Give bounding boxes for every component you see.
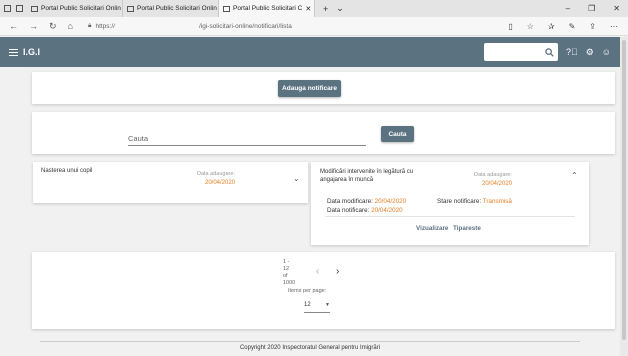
chevron-down-icon[interactable]: ⌄ bbox=[293, 174, 300, 183]
home-icon[interactable]: ⌂ bbox=[68, 21, 73, 32]
range-line: 1000 bbox=[283, 280, 296, 286]
pen-icon[interactable]: ✎ bbox=[569, 22, 576, 31]
notification-title: Nasterea unui copil bbox=[41, 168, 93, 174]
favorite-star-icon[interactable]: ☆ bbox=[527, 22, 534, 31]
search-icon[interactable] bbox=[545, 47, 554, 57]
footer-divider bbox=[40, 341, 580, 342]
browser-window-icons bbox=[0, 0, 27, 17]
pagination-card: 1 - 12 of 1000 ‹ › Items per page: 12 ▼ bbox=[32, 252, 615, 329]
range-line: 12 bbox=[283, 266, 290, 272]
browser-nav: ← → ↻ ⌂ bbox=[0, 21, 82, 32]
app-toolbar: I.G.I ?⃝ ⚙ ☺ bbox=[0, 37, 620, 67]
account-icon[interactable]: ☺ bbox=[602, 47, 611, 58]
browser-tab-bar: Portal Public Solicitari Onlin Portal Pu… bbox=[0, 0, 628, 17]
print-button[interactable]: Tipareste bbox=[453, 225, 481, 232]
chevron-up-icon[interactable]: ⌃ bbox=[571, 171, 578, 180]
details-modified: Data modificare: 20/04/2020 bbox=[327, 198, 406, 205]
add-notification-card: Adauga notificare bbox=[32, 72, 615, 104]
browser-toolbar-right: ▯ ☆ ✰ ✎ ⇪ ⋯ bbox=[508, 22, 628, 31]
date-added-value: 20/04/2020 bbox=[482, 181, 513, 187]
page-icon bbox=[31, 5, 38, 12]
items-per-page-value: 12 bbox=[304, 302, 311, 308]
scrollbar-thumb[interactable] bbox=[622, 40, 626, 340]
tab-list-chevron-icon[interactable]: ⌄ bbox=[336, 3, 344, 14]
details-status: Stare notificare: Transmisă bbox=[437, 198, 512, 205]
page-icon bbox=[223, 5, 230, 12]
tab-title: Portal Public Solicitari Onlin bbox=[137, 5, 217, 12]
tab-title: Portal Public Solicitari C bbox=[233, 5, 303, 12]
notification-panel-2: Modificări intervenite în legătură cu an… bbox=[311, 162, 589, 245]
add-notification-button[interactable]: Adauga notificare bbox=[278, 80, 341, 97]
notification-panel-1[interactable]: Nasterea unui copil Data adaugare: 20/04… bbox=[33, 162, 308, 203]
new-tab-icon[interactable]: + bbox=[323, 4, 328, 14]
dropdown-arrow-icon: ▼ bbox=[325, 302, 330, 308]
url-field[interactable]: 🔒︎ https:// /igi-solicitari-online/notif… bbox=[88, 22, 292, 30]
favorites-icon[interactable]: ✰ bbox=[548, 22, 555, 31]
details-divider bbox=[325, 216, 575, 217]
tab-new-area: + ⌄ bbox=[315, 0, 352, 17]
share-icon[interactable]: ⇪ bbox=[589, 22, 596, 31]
date-added-value: 20/04/2020 bbox=[205, 180, 236, 186]
next-page-icon[interactable]: › bbox=[336, 266, 339, 277]
date-added-label: Data adaugare: bbox=[197, 171, 235, 177]
url-path: /igi-solicitari-online/notificari/lista bbox=[198, 22, 292, 30]
menu-icon[interactable] bbox=[9, 48, 18, 56]
notified-label: Data notificare: bbox=[327, 207, 370, 214]
search-input[interactable]: Cauta bbox=[128, 134, 366, 146]
settings-gear-icon[interactable]: ⚙ bbox=[586, 47, 594, 58]
back-icon[interactable]: ← bbox=[9, 21, 18, 32]
more-icon[interactable]: ⋯ bbox=[610, 22, 618, 31]
forward-icon[interactable]: → bbox=[29, 21, 38, 32]
tab-actions-icon[interactable] bbox=[4, 5, 11, 12]
browser-tab-3[interactable]: Portal Public Solicitari C ✕ bbox=[219, 0, 315, 17]
page-icon bbox=[127, 5, 134, 12]
window-controls: – ❐ ✕ bbox=[566, 0, 628, 17]
tab-title: Portal Public Solicitari Onlin bbox=[41, 5, 121, 12]
toolbar-icons: ?⃝ ⚙ ☺ bbox=[566, 47, 611, 58]
browser-address-bar: ← → ↻ ⌂ 🔒︎ https:// /igi-solicitari-onli… bbox=[0, 17, 628, 36]
notification-title: Modificări intervenite în legătură cu an… bbox=[320, 169, 414, 183]
details-notified: Data notificare: 20/04/2020 bbox=[327, 207, 403, 214]
back-tabs-icon[interactable] bbox=[16, 5, 23, 12]
date-added-label: Data adaugare: bbox=[474, 172, 512, 178]
footer-copyright: Copyright 2020 Inspectoratul General pen… bbox=[239, 345, 381, 351]
page-scrollbar[interactable] bbox=[620, 37, 628, 356]
close-window-icon[interactable]: ✕ bbox=[613, 4, 620, 13]
range-line: 1 - bbox=[283, 259, 290, 265]
help-icon[interactable]: ?⃝ bbox=[566, 47, 578, 58]
status-label: Stare notificare: bbox=[437, 198, 482, 205]
refresh-icon[interactable]: ↻ bbox=[49, 21, 57, 32]
items-per-page-select[interactable]: 12 ▼ bbox=[304, 302, 330, 313]
reading-view-icon[interactable]: ▯ bbox=[508, 22, 512, 31]
range-line: of bbox=[283, 273, 288, 279]
status-value: Transmisă bbox=[482, 198, 512, 205]
browser-tab-1[interactable]: Portal Public Solicitari Onlin bbox=[27, 0, 123, 17]
minimize-icon[interactable]: – bbox=[566, 4, 570, 13]
close-tab-icon[interactable]: ✕ bbox=[305, 5, 311, 13]
pagination-range: 1 - 12 of 1000 bbox=[283, 259, 295, 287]
url-prefix: https:// bbox=[95, 22, 115, 30]
lock-icon: 🔒︎ bbox=[87, 22, 92, 29]
items-per-page-label: Items per page: bbox=[288, 288, 327, 294]
modified-value: 20/04/2020 bbox=[374, 198, 407, 205]
search-button[interactable]: Cauta bbox=[381, 126, 414, 142]
toolbar-search-input[interactable] bbox=[483, 43, 558, 61]
view-button[interactable]: Vizualizare bbox=[416, 225, 448, 232]
prev-page-icon[interactable]: ‹ bbox=[316, 266, 319, 277]
search-card: Cauta Cauta bbox=[32, 112, 615, 154]
restore-icon[interactable]: ❐ bbox=[588, 4, 595, 13]
browser-tab-2[interactable]: Portal Public Solicitari Onlin bbox=[123, 0, 219, 17]
modified-label: Data modificare: bbox=[327, 198, 373, 205]
notified-value: 20/04/2020 bbox=[371, 207, 403, 214]
app-brand: I.G.I bbox=[23, 47, 41, 57]
